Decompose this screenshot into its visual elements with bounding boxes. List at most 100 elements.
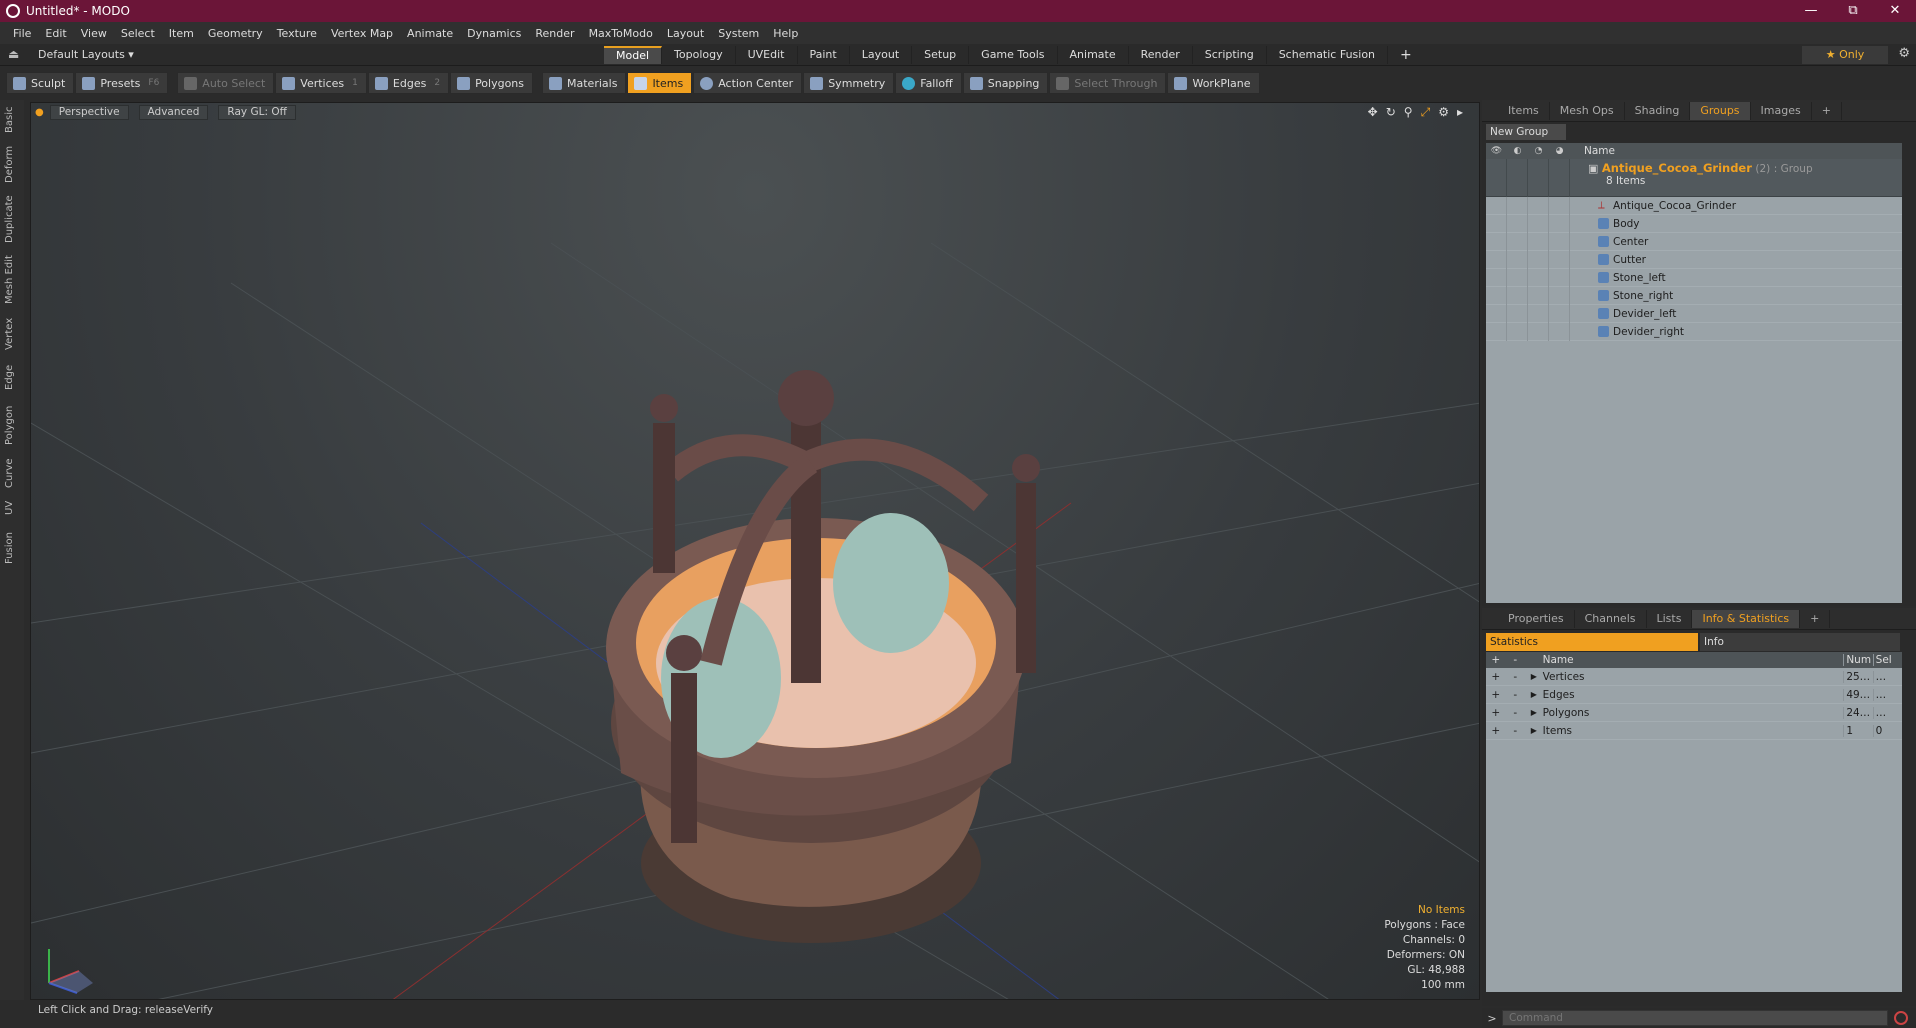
menu-layout[interactable]: Layout bbox=[667, 27, 704, 40]
maximize-button[interactable]: ⧉ bbox=[1832, 0, 1874, 22]
collapse-all-button[interactable]: - bbox=[1506, 654, 1526, 666]
view-mode-perspective[interactable]: Perspective bbox=[49, 104, 129, 120]
menu-dynamics[interactable]: Dynamics bbox=[467, 27, 521, 40]
record-macro-icon[interactable] bbox=[1894, 1011, 1908, 1025]
panel-tab-properties[interactable]: Properties bbox=[1498, 609, 1575, 628]
close-button[interactable]: ✕ bbox=[1874, 0, 1916, 22]
render-col-icon[interactable]: ◐ bbox=[1507, 146, 1528, 156]
layout-home-icon[interactable]: ⏏ bbox=[8, 47, 22, 61]
menu-item[interactable]: Item bbox=[169, 27, 194, 40]
ray-gl-toggle[interactable]: Ray GL: Off bbox=[218, 104, 296, 120]
presets-button[interactable]: Presets F6 bbox=[75, 72, 169, 94]
left-tab-polygon[interactable]: Polygon bbox=[4, 402, 20, 448]
vertices-button[interactable]: Vertices 1 bbox=[275, 72, 367, 94]
tab-schematic-fusion[interactable]: Schematic Fusion bbox=[1267, 46, 1389, 64]
sculpt-button[interactable]: Sculpt bbox=[6, 72, 75, 94]
polygons-button[interactable]: Polygons bbox=[450, 72, 534, 94]
menu-system[interactable]: System bbox=[718, 27, 759, 40]
tab-game-tools[interactable]: Game Tools bbox=[969, 46, 1058, 64]
row-remove-button[interactable]: - bbox=[1506, 725, 1526, 737]
subtab-statistics[interactable]: Statistics bbox=[1486, 633, 1698, 651]
table-row[interactable]: + - ▶ Items 1 0 bbox=[1486, 722, 1902, 740]
menu-file[interactable]: File bbox=[13, 27, 31, 40]
panel-tab-add[interactable]: + bbox=[1800, 609, 1831, 628]
tree-row[interactable]: Devider_right bbox=[1486, 322, 1902, 341]
left-tab-edge[interactable]: Edge bbox=[4, 362, 20, 392]
zoom-view-icon[interactable]: ⚲ bbox=[1404, 105, 1413, 120]
row-add-button[interactable]: + bbox=[1486, 671, 1506, 683]
row-add-button[interactable]: + bbox=[1486, 707, 1506, 719]
tab-render[interactable]: Render bbox=[1129, 46, 1193, 64]
subtab-info[interactable]: Info bbox=[1700, 633, 1900, 651]
auto-select-button[interactable]: Auto Select bbox=[177, 72, 275, 94]
expand-arrow-icon[interactable]: ▶ bbox=[1525, 726, 1543, 735]
action-center-button[interactable]: Action Center bbox=[693, 72, 803, 94]
falloff-button[interactable]: Falloff bbox=[895, 72, 962, 94]
row-remove-button[interactable]: - bbox=[1506, 671, 1526, 683]
tree-row[interactable]: Stone_left bbox=[1486, 268, 1902, 287]
menu-maxtomodo[interactable]: MaxToModo bbox=[589, 27, 653, 40]
tree-row[interactable]: Body bbox=[1486, 214, 1902, 233]
left-tab-vertex[interactable]: Vertex bbox=[4, 316, 20, 352]
rotate-view-icon[interactable]: ↻ bbox=[1386, 105, 1396, 120]
3d-viewport[interactable]: ● Perspective Advanced Ray GL: Off ✥ ↻ ⚲… bbox=[30, 102, 1480, 1000]
tree-row[interactable]: Center bbox=[1486, 232, 1902, 251]
table-row[interactable]: + - ▶ Edges 49… … bbox=[1486, 686, 1902, 704]
menu-select[interactable]: Select bbox=[121, 27, 155, 40]
tab-layout[interactable]: Layout bbox=[850, 46, 913, 64]
layout-selector[interactable]: Default Layouts ▾ bbox=[38, 48, 134, 61]
panel-tab-info-statistics[interactable]: Info & Statistics bbox=[1692, 609, 1801, 628]
tab-scripting[interactable]: Scripting bbox=[1193, 46, 1267, 64]
left-tab-curve[interactable]: Curve bbox=[4, 456, 20, 490]
menu-help[interactable]: Help bbox=[773, 27, 798, 40]
tree-row[interactable]: ⟂ Antique_Cocoa_Grinder bbox=[1486, 196, 1902, 215]
expand-arrow-icon[interactable]: ▶ bbox=[1525, 690, 1543, 699]
add-layout-tab-button[interactable]: + bbox=[1388, 46, 1424, 64]
expand-arrow-icon[interactable]: ▶ bbox=[1525, 708, 1543, 717]
snapping-button[interactable]: Snapping bbox=[962, 72, 1049, 94]
edges-button[interactable]: Edges 2 bbox=[367, 72, 450, 94]
panel-tab-shading[interactable]: Shading bbox=[1625, 101, 1691, 120]
menu-edit[interactable]: Edit bbox=[45, 27, 66, 40]
tab-uvedit[interactable]: UVEdit bbox=[736, 46, 798, 64]
lock-col-icon[interactable]: ◔ bbox=[1528, 146, 1549, 156]
menu-render[interactable]: Render bbox=[535, 27, 574, 40]
menu-vertex-map[interactable]: Vertex Map bbox=[331, 27, 393, 40]
table-row[interactable]: + - ▶ Vertices 25… … bbox=[1486, 668, 1902, 686]
left-tab-duplicate[interactable]: Duplicate bbox=[4, 194, 20, 244]
fit-view-icon[interactable]: ⤢ bbox=[1421, 105, 1431, 120]
viewport-menu-icon[interactable]: ● bbox=[35, 107, 44, 118]
items-button[interactable]: Items bbox=[627, 72, 693, 94]
tab-animate[interactable]: Animate bbox=[1058, 46, 1129, 64]
tab-model[interactable]: Model bbox=[604, 46, 663, 64]
panel-tab-groups[interactable]: Groups bbox=[1690, 101, 1751, 120]
symmetry-button[interactable]: Symmetry bbox=[803, 72, 895, 94]
minimize-button[interactable]: — bbox=[1790, 0, 1832, 22]
table-row[interactable]: + - ▶ Polygons 24… … bbox=[1486, 704, 1902, 722]
panel-tab-mesh-ops[interactable]: Mesh Ops bbox=[1550, 101, 1625, 120]
tab-topology[interactable]: Topology bbox=[662, 46, 736, 64]
tree-row[interactable]: Stone_right bbox=[1486, 286, 1902, 305]
view-style-advanced[interactable]: Advanced bbox=[138, 104, 209, 120]
expand-all-button[interactable]: + bbox=[1486, 654, 1506, 666]
panel-tab-lists[interactable]: Lists bbox=[1647, 609, 1693, 628]
row-add-button[interactable]: + bbox=[1486, 689, 1506, 701]
left-tab-uv[interactable]: UV bbox=[4, 498, 20, 518]
workplane-button[interactable]: WorkPlane bbox=[1167, 72, 1260, 94]
row-remove-button[interactable]: - bbox=[1506, 707, 1526, 719]
viewport-settings-icon[interactable]: ⚙ bbox=[1438, 105, 1449, 120]
new-group-button[interactable]: New Group bbox=[1486, 124, 1566, 140]
left-tab-deform[interactable]: Deform bbox=[4, 144, 20, 184]
row-add-button[interactable]: + bbox=[1486, 725, 1506, 737]
panel-tab-items[interactable]: Items bbox=[1498, 101, 1550, 120]
command-input[interactable] bbox=[1502, 1010, 1888, 1026]
left-tab-fusion[interactable]: Fusion bbox=[4, 528, 20, 568]
left-tab-mesh-edit[interactable]: Mesh Edit bbox=[4, 254, 20, 306]
panel-tab-images[interactable]: Images bbox=[1751, 101, 1812, 120]
menu-geometry[interactable]: Geometry bbox=[208, 27, 263, 40]
group-row[interactable]: ▣ Antique_Cocoa_Grinder (2) : Group 8 It… bbox=[1486, 159, 1902, 197]
tree-row[interactable]: Cutter bbox=[1486, 250, 1902, 269]
tab-setup[interactable]: Setup bbox=[912, 46, 970, 64]
left-tab-basic[interactable]: Basic bbox=[4, 104, 20, 136]
visibility-col-icon[interactable]: 👁 bbox=[1486, 146, 1507, 156]
